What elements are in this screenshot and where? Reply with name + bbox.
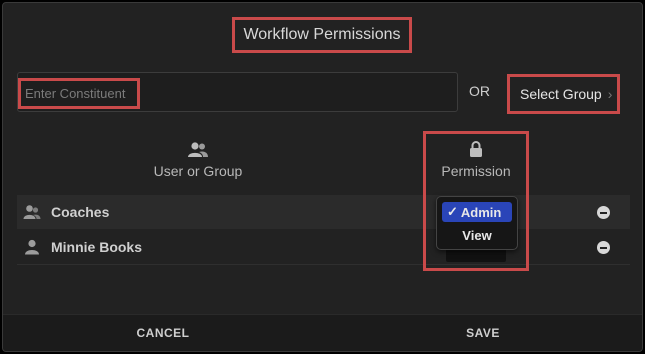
select-group-button[interactable]: Select Group › [511, 78, 616, 110]
remove-icon[interactable] [597, 206, 610, 219]
users-icon [188, 142, 208, 157]
option-admin[interactable]: ✓ Admin [442, 202, 512, 222]
select-group-label: Select Group [520, 86, 602, 102]
table-row: Minnie Books [17, 230, 630, 265]
permission-dropdown-menu: ✓ Admin View [436, 196, 518, 250]
row-name-minnie-books: Minnie Books [51, 239, 143, 255]
save-button[interactable]: SAVE [423, 314, 543, 351]
column-user-or-group: User or Group [153, 141, 243, 181]
user-icon [25, 239, 39, 255]
dialog-title: Workflow Permissions [243, 26, 401, 43]
option-view[interactable]: View [442, 225, 512, 245]
table-row: Coaches [17, 195, 630, 229]
constituent-input-highlight [18, 78, 140, 109]
dialog-footer [3, 314, 642, 351]
chevron-right-icon: › [607, 86, 613, 102]
option-view-label: View [462, 227, 492, 243]
row-name-coaches: Coaches [51, 204, 110, 220]
cancel-button[interactable]: CANCEL [103, 314, 223, 351]
workflow-permissions-dialog: Workflow Permissions OR Select Group › U… [2, 2, 643, 352]
check-icon: ✓ [447, 204, 458, 219]
option-admin-label: Admin [460, 204, 502, 220]
user-or-group-header: User or Group [153, 163, 243, 179]
remove-icon[interactable] [597, 241, 610, 254]
or-label: OR [469, 83, 490, 99]
group-icon [23, 205, 41, 219]
